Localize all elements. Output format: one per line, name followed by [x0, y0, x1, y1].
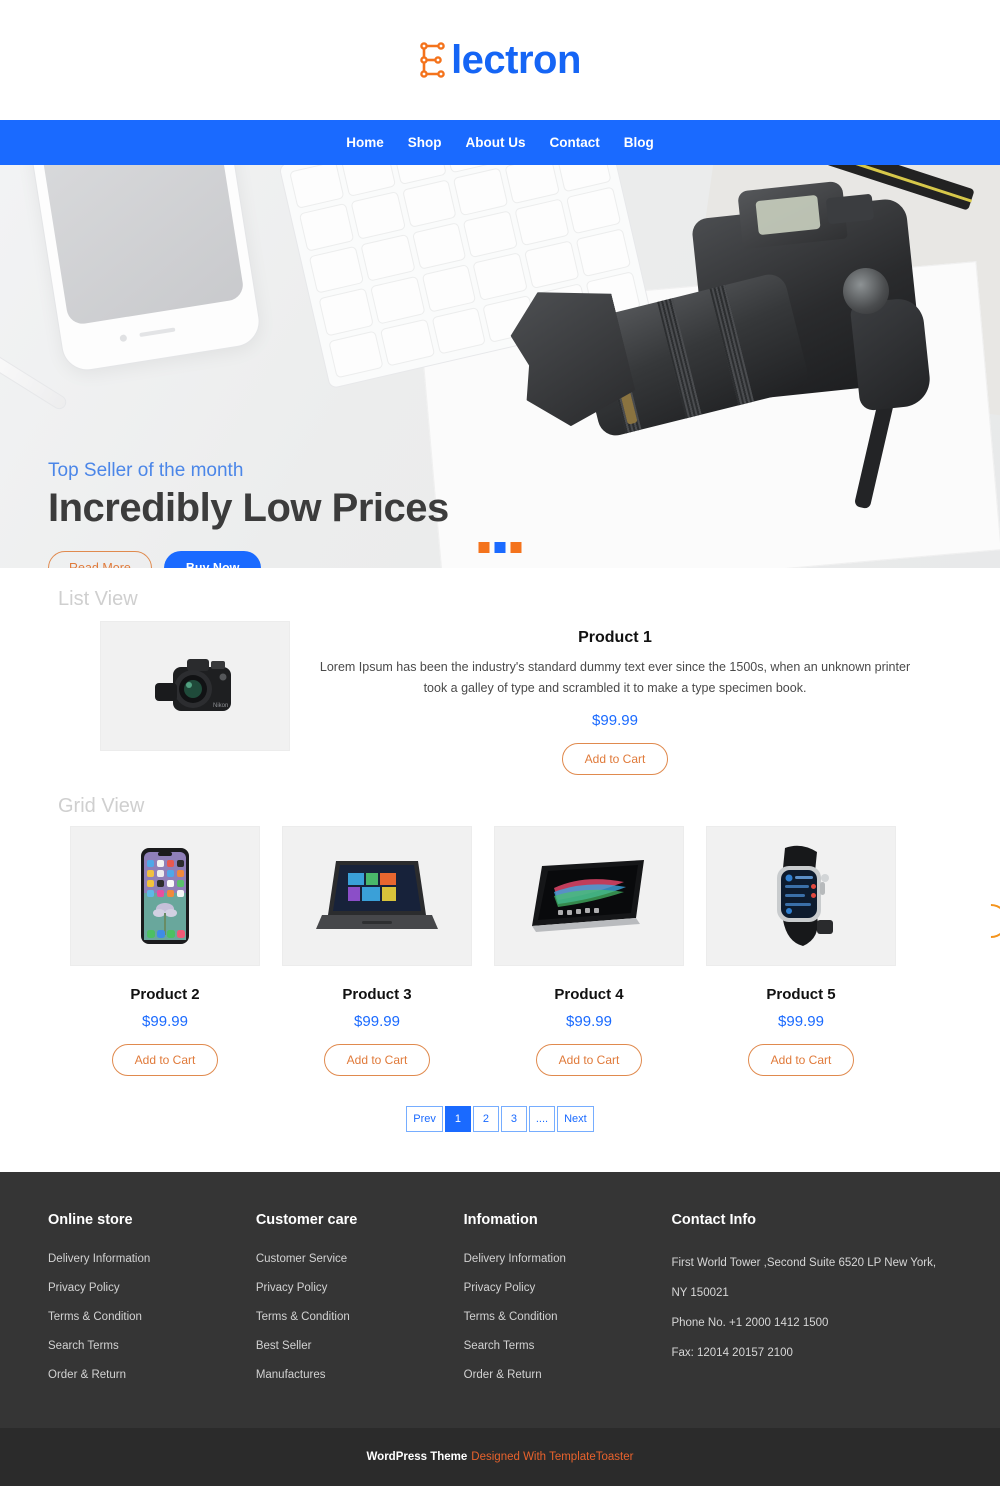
footer-title-information: Infomation: [463, 1212, 538, 1229]
footer-link-privacy-policy[interactable]: Privacy Policy: [48, 1282, 256, 1294]
smartphone-icon: [141, 848, 189, 945]
copyright-bar: WordPress Theme Designed With TemplateTo…: [0, 1428, 1000, 1486]
nav-item-shop[interactable]: Shop: [396, 135, 454, 150]
carousel-dot-3[interactable]: [510, 542, 522, 553]
hero-banner: Top Seller of the month Incredibly Low P…: [0, 165, 1000, 568]
footer-link-customer-service[interactable]: Customer Service: [256, 1253, 464, 1265]
product-2-price: $99.99: [142, 1013, 188, 1031]
product-5-image[interactable]: [706, 826, 896, 967]
footer-link-manufactures[interactable]: Manufactures: [256, 1369, 464, 1381]
site-footer: Online store Delivery Information Privac…: [0, 1172, 1000, 1429]
hero-eyebrow: Top Seller of the month: [48, 460, 244, 481]
product-1-image[interactable]: Nikon: [100, 621, 290, 751]
pagination-next-button[interactable]: Next: [557, 1106, 594, 1133]
svg-text:Nikon: Nikon: [213, 703, 228, 709]
nav-item-about-us[interactable]: About Us: [454, 135, 538, 150]
tablet-icon: [532, 860, 644, 933]
nav-item-contact[interactable]: Contact: [538, 135, 612, 150]
templatetoaster-link[interactable]: Designed With TemplateToaster: [471, 1451, 633, 1463]
footer-column-contact-info: Contact Info First World Tower ,Second S…: [671, 1212, 952, 1398]
copyright-prefix: WordPress Theme: [366, 1451, 468, 1464]
product-1-price: $99.99: [592, 712, 638, 730]
footer-link-privacy-policy-3[interactable]: Privacy Policy: [464, 1282, 672, 1294]
product-1-title: Product 1: [578, 629, 652, 646]
product-4-add-to-cart-button[interactable]: Add to Cart: [535, 1044, 643, 1077]
product-2-image[interactable]: [70, 826, 260, 967]
product-card-2: Product 2 $99.99 Add to Cart: [70, 826, 260, 1077]
product-1-info: Product 1 Lorem Ipsum has been the indus…: [290, 619, 940, 776]
footer-title-contact-info: Contact Info: [671, 1212, 757, 1229]
footer-link-terms-condition-2[interactable]: Terms & Condition: [256, 1311, 464, 1323]
product-1-description: Lorem Ipsum has been the industry's stan…: [319, 660, 911, 695]
footer-link-delivery-information-2[interactable]: Delivery Information: [464, 1253, 672, 1265]
hero-content: Top Seller of the month Incredibly Low P…: [48, 460, 449, 568]
read-more-button[interactable]: Read More: [48, 551, 152, 568]
product-1-add-to-cart-button[interactable]: Add to Cart: [561, 743, 669, 776]
pagination: Prev 1 2 3 .... Next: [0, 1106, 1000, 1133]
product-card-4: Product 4 $99.99 Add to Cart: [494, 826, 684, 1077]
product-4-title: Product 4: [554, 986, 624, 1004]
product-3-price: $99.99: [354, 1013, 400, 1031]
footer-link-best-seller[interactable]: Best Seller: [256, 1340, 464, 1352]
pagination-page-2[interactable]: 2: [472, 1106, 499, 1133]
dslr-camera-icon: Nikon: [155, 659, 231, 711]
list-view-label: List View: [58, 588, 138, 610]
contact-phone: Phone No. +1 2000 1412 1500: [671, 1316, 829, 1329]
hero-buttons: Read More Buy Now: [48, 551, 449, 568]
contact-fax: Fax: 12014 20157 2100: [671, 1346, 793, 1359]
pagination-prev-button[interactable]: Prev: [406, 1106, 443, 1133]
footer-link-order-return-2[interactable]: Order & Return: [464, 1369, 672, 1381]
grid-view-row: Product 2 $99.99 Add to Cart Product 3 $…: [0, 826, 1000, 1077]
site-header: lectron: [0, 0, 1000, 120]
product-3-title: Product 3: [342, 986, 412, 1004]
nav-list: Home Shop About Us Contact Blog: [334, 135, 666, 150]
product-5-price: $99.99: [778, 1013, 824, 1031]
footer-column-customer-care: Customer care Customer Service Privacy P…: [256, 1212, 464, 1398]
product-card-3: Product 3 $99.99 Add to Cart: [282, 826, 472, 1077]
buy-now-button[interactable]: Buy Now: [163, 551, 262, 568]
pagination-ellipsis[interactable]: ....: [528, 1106, 556, 1133]
footer-link-search-terms[interactable]: Search Terms: [48, 1340, 256, 1352]
footer-title-customer-care: Customer care: [255, 1212, 358, 1229]
product-2-add-to-cart-button[interactable]: Add to Cart: [111, 1044, 219, 1077]
footer-link-delivery-information[interactable]: Delivery Information: [48, 1253, 256, 1265]
carousel-dot-1[interactable]: [478, 542, 490, 553]
pagination-page-3[interactable]: 3: [500, 1106, 527, 1133]
circuit-e-icon: [420, 42, 445, 78]
contact-address-line-1: First World Tower ,Second Suite 6520 LP …: [671, 1257, 937, 1270]
footer-title-online-store: Online store: [48, 1212, 133, 1229]
list-view-row: Nikon Product 1 Lorem Ipsum has been the…: [0, 619, 1000, 776]
product-2-title: Product 2: [130, 986, 200, 1004]
footer-column-information: Infomation Delivery Information Privacy …: [464, 1212, 672, 1398]
product-5-add-to-cart-button[interactable]: Add to Cart: [747, 1044, 855, 1077]
product-4-price: $99.99: [566, 1013, 612, 1031]
footer-link-privacy-policy-2[interactable]: Privacy Policy: [256, 1282, 464, 1294]
footer-link-order-return[interactable]: Order & Return: [48, 1369, 256, 1381]
product-4-image[interactable]: [494, 826, 684, 967]
footer-column-online-store: Online store Delivery Information Privac…: [48, 1212, 256, 1398]
product-5-title: Product 5: [766, 986, 836, 1004]
nav-item-blog[interactable]: Blog: [612, 135, 666, 150]
product-3-image[interactable]: [282, 826, 472, 967]
footer-link-terms-condition[interactable]: Terms & Condition: [48, 1311, 256, 1323]
product-3-add-to-cart-button[interactable]: Add to Cart: [323, 1044, 431, 1077]
footer-link-search-terms-2[interactable]: Search Terms: [464, 1340, 672, 1352]
site-logo[interactable]: lectron: [419, 40, 581, 80]
carousel-dot-2[interactable]: [494, 542, 506, 553]
product-card-5: Product 5 $99.99 Add to Cart: [706, 826, 896, 1077]
footer-link-terms-condition-3[interactable]: Terms & Condition: [464, 1311, 672, 1323]
pagination-page-1[interactable]: 1: [444, 1106, 471, 1133]
contact-address-line-2: NY 150021: [671, 1287, 729, 1300]
carousel-indicators: [478, 542, 522, 553]
carousel-next-arrow-icon[interactable]: [966, 897, 1000, 946]
dslr-camera-photo: [525, 165, 975, 520]
nav-item-home[interactable]: Home: [334, 135, 396, 150]
hero-title: Incredibly Low Prices: [48, 486, 449, 530]
grid-view-label: Grid View: [58, 795, 145, 818]
main-navigation: Home Shop About Us Contact Blog: [0, 120, 1000, 165]
smartwatch-icon: [777, 846, 833, 947]
logo-text: lectron: [451, 38, 581, 82]
laptop-icon: [316, 861, 438, 930]
